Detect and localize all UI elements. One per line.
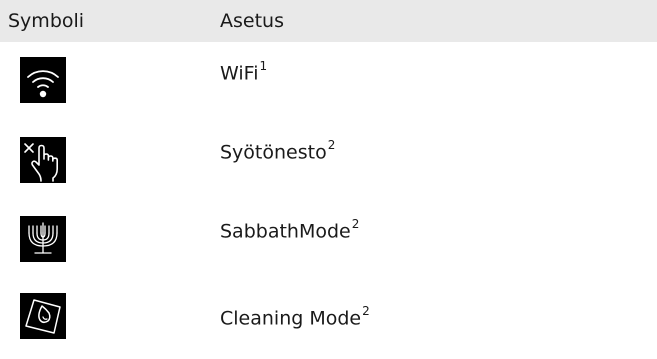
column-header-setting: Asetus xyxy=(220,10,284,32)
setting-label-sabbath-mode: SabbathMode2 xyxy=(220,217,360,243)
table-header: Symboli Asetus xyxy=(0,0,657,42)
footnote-marker: 2 xyxy=(327,138,336,152)
setting-label-input-lock: Syötönesto2 xyxy=(220,138,336,164)
footnote-marker: 1 xyxy=(259,59,268,73)
wifi-icon xyxy=(20,57,66,103)
menorah-icon xyxy=(20,216,66,262)
column-header-symbol: Symboli xyxy=(8,10,85,32)
settings-symbol-table: Symboli Asetus WiFi1 Syötönesto2 Sabbath… xyxy=(0,0,657,339)
touch-lock-icon xyxy=(20,137,66,183)
setting-label-wifi: WiFi1 xyxy=(220,59,268,85)
footnote-marker: 2 xyxy=(362,304,370,318)
setting-label-cleaning-mode: Cleaning Mode2 xyxy=(220,304,370,330)
cleaning-icon xyxy=(20,293,66,339)
footnote-marker: 2 xyxy=(351,217,360,231)
